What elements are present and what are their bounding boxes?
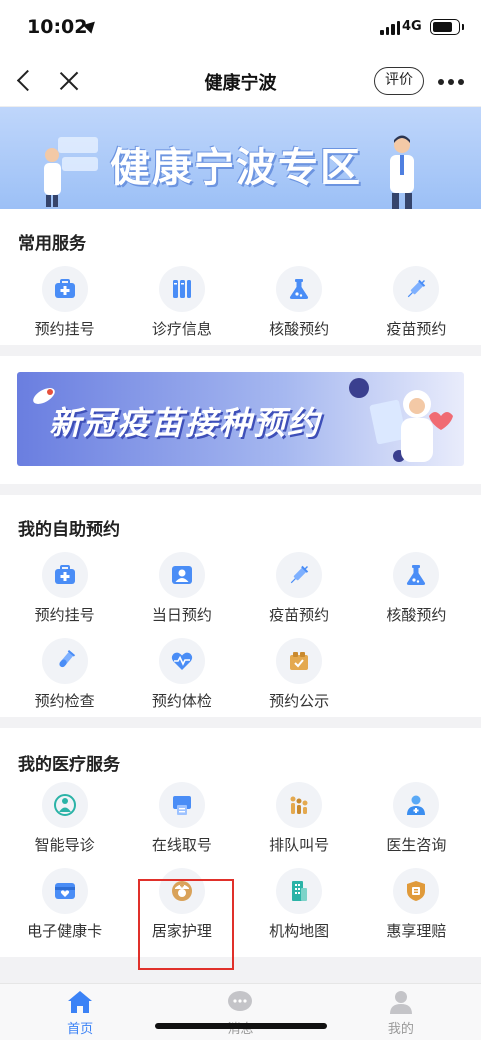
service-label: 预约检查 [34,692,95,710]
rate-button[interactable]: 评价 [374,67,424,95]
service-label: 预约公示 [269,692,330,710]
building-icon [276,868,323,914]
service-label: 医生咨询 [386,836,447,854]
self-same-day[interactable]: 当日预约 [123,545,240,631]
self-physical[interactable]: 预约体检 [123,631,240,717]
service-label: 电子健康卡 [27,922,103,940]
self-vaccine[interactable]: 疫苗预约 [241,545,358,631]
queue-icon [276,782,323,828]
heart-monitor-icon [158,638,205,684]
service-label: 疫苗预约 [269,606,330,624]
more-icon[interactable] [438,79,464,85]
medical-doctor-consult[interactable]: 医生咨询 [358,775,475,861]
syringe-icon [276,552,323,598]
service-label: 预约挂号 [34,320,95,338]
signal-icon [380,21,400,35]
message-icon [227,990,253,1014]
doctor-figure-icon [390,135,414,209]
health-ningbo-banner[interactable]: 健康宁波专区 [0,107,481,209]
service-label: 在线取号 [151,836,212,854]
self-notice[interactable]: 预约公示 [241,631,358,717]
flask-icon [276,266,323,312]
service-label: 核酸预约 [386,606,447,624]
service-label: 智能导诊 [34,836,95,854]
medical-claims[interactable]: 惠享理赔 [358,861,475,947]
self-service-section: 我的自助预约 预约挂号 当日预约 疫苗预约 核酸预约 预约检查 预约体检 预约公… [0,495,481,717]
tab-label: 首页 [67,1022,94,1037]
medical-services-section: 我的医疗服务 智能导诊 在线取号 排队叫号 医生咨询 电子健康卡 居家护理 机构… [0,728,481,957]
service-label: 诊疗信息 [151,320,212,338]
service-label: 核酸预约 [269,320,330,338]
service-nucleic[interactable]: 核酸预约 [241,259,358,345]
syringe-icon [393,266,440,312]
service-label: 居家护理 [151,922,212,940]
tab-profile[interactable]: 我的 [321,984,481,1040]
section-title: 常用服务 [18,234,86,254]
service-label: 当日预约 [151,606,212,624]
section-title: 我的医疗服务 [18,755,120,775]
divider [0,345,481,356]
divider [0,484,481,495]
service-label: 惠享理赔 [386,922,447,940]
tab-messages[interactable]: 消息 [160,984,320,1040]
section-title: 我的自助预约 [18,520,120,540]
doctor-icon [393,782,440,828]
medical-online-ticket[interactable]: 在线取号 [123,775,240,861]
self-appointment[interactable]: 预约挂号 [6,545,123,631]
status-time: 10:02 [27,16,88,38]
medical-kit-icon [41,266,88,312]
service-label: 预约体检 [151,692,212,710]
doctor-card-icon [158,552,205,598]
doctor-illustration-icon [44,137,98,207]
service-label: 排队叫号 [269,836,330,854]
notice-icon [276,638,323,684]
tab-label: 我的 [387,1022,414,1037]
tab-home[interactable]: 首页 [0,984,160,1040]
covid-banner-title: 新冠疫苗接种预约 [49,404,322,442]
guide-icon [41,782,88,828]
battery-icon [430,19,464,35]
tab-bar: 首页 消息 我的 [0,983,481,1040]
self-nucleic[interactable]: 核酸预约 [358,545,475,631]
nurse-illustration-icon [349,378,453,462]
divider [0,717,481,728]
self-exam[interactable]: 预约检查 [6,631,123,717]
banner-title: 健康宁波专区 [110,145,362,191]
status-bar: 10:02 4G [0,0,481,55]
common-services-section: 常用服务 预约挂号 诊疗信息 核酸预约 疫苗预约 [0,209,481,345]
claim-icon [393,868,440,914]
flask-icon [393,552,440,598]
covid-vaccine-banner[interactable]: 新冠疫苗接种预约 [17,372,464,466]
service-appointment[interactable]: 预约挂号 [6,259,123,345]
service-label: 疫苗预约 [386,320,447,338]
medical-health-card[interactable]: 电子健康卡 [6,861,123,947]
network-type: 4G [402,19,422,34]
health-card-icon [41,868,88,914]
medical-smart-guide[interactable]: 智能导诊 [6,775,123,861]
test-tube-icon [41,638,88,684]
nurse-icon [158,868,205,914]
records-icon [158,266,205,312]
service-label: 机构地图 [269,922,330,940]
home-indicator [155,1023,327,1029]
nav-bar: 健康宁波 评价 [0,55,481,107]
medical-home-care[interactable]: 居家护理 [123,861,240,947]
covid-banner-container: 新冠疫苗接种预约 [0,356,481,484]
service-label: 预约挂号 [34,606,95,624]
service-vaccine[interactable]: 疫苗预约 [358,259,475,345]
medical-kit-icon [41,552,88,598]
printer-icon [158,782,205,828]
medical-institution-map[interactable]: 机构地图 [241,861,358,947]
home-icon [67,990,93,1014]
service-records[interactable]: 诊疗信息 [123,259,240,345]
medical-queue[interactable]: 排队叫号 [241,775,358,861]
user-icon [388,990,414,1014]
